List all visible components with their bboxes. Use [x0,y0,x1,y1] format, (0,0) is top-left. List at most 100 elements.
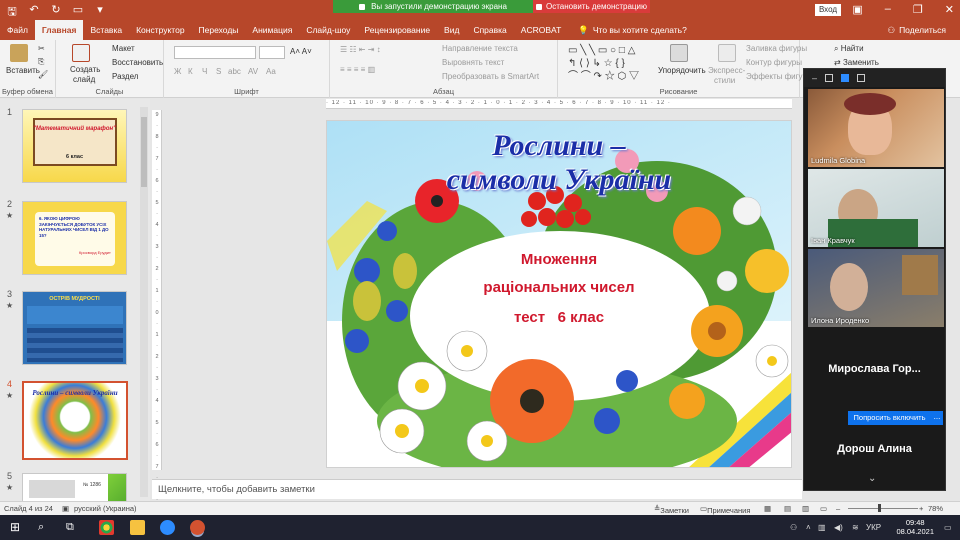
tab-review[interactable]: Рецензирование [357,20,437,40]
view-grid-icon[interactable] [857,74,866,82]
language-indicator[interactable]: русский (Украина) [74,504,137,513]
shapes-gallery[interactable]: ▭ ╲ ╲ ▭ ○ □ △ ↰ ⟨ ⟩ ↳ ☆ { } ⌒ ⌒ ↷ ☆ ⬡ ▽ [568,44,639,83]
bold-button[interactable]: Ж [174,67,181,76]
slide-thumbnail-4[interactable]: Рослини – символи України [22,381,128,460]
new-slide-button-line2[interactable]: слайд [73,75,95,84]
main-slide-canvas[interactable]: Рослини – символи України Множення раціо… [326,120,792,468]
notes-toggle[interactable]: ≜ Заметки [654,504,689,515]
minimize-icon[interactable]: – [885,3,891,16]
share-button[interactable]: ⚇ Поделиться [887,20,946,40]
volume-icon[interactable]: ◀) [834,523,843,532]
normal-view-icon[interactable]: ▦ [764,504,771,513]
replace-button[interactable]: ⇄ Заменить [834,58,879,67]
shadow-button[interactable]: S [216,67,221,76]
new-slide-icon[interactable] [72,44,90,62]
chrome-icon[interactable] [99,520,114,535]
align-text-button[interactable]: Выровнять текст [442,58,504,67]
tab-animations[interactable]: Анимация [245,20,299,40]
file-explorer-icon[interactable] [130,520,145,535]
zoom-slider-thumb[interactable] [878,504,881,512]
network-icon[interactable]: ▥ [818,523,826,532]
notes-pane[interactable]: Щелкните, чтобы добавить заметки [152,479,802,499]
tab-view[interactable]: Вид [437,20,466,40]
tab-slideshow[interactable]: Слайд-шоу [299,20,357,40]
clock[interactable]: 09:48 08.04.2021 [896,518,934,536]
powerpoint-app-icon[interactable] [190,520,205,535]
people-icon[interactable]: ⚇ [790,523,797,532]
spellcheck-icon[interactable]: ▣ [62,504,69,513]
zoom-slider[interactable] [848,508,918,509]
section-button[interactable]: Раздел [112,72,138,81]
ask-to-start-video-button[interactable]: Попросить включить [848,411,931,425]
participant-video-1[interactable]: Ludmila Globina [808,89,944,167]
tell-me-search[interactable]: 💡 Что вы хотите сделать? [578,25,687,36]
slideshow-view-icon[interactable]: ▭ [820,504,827,513]
participant-video-2[interactable]: Іван Кравчук [808,169,944,247]
ribbon-display-icon[interactable]: ▣ [852,3,862,16]
tab-acrobat[interactable]: ACROBAT [514,20,568,40]
task-view-icon[interactable]: ⧉ [66,520,81,535]
cut-icon[interactable]: ✂ [38,44,45,53]
underline-button[interactable]: Ч [202,67,207,76]
slide-thumbnail-5[interactable]: № 1286 [22,473,127,501]
input-language[interactable]: УКР [866,523,881,532]
copy-icon[interactable]: ⎘ [38,57,44,67]
quick-styles-button[interactable]: Экспресс- [708,66,745,75]
tab-insert[interactable]: Вставка [83,20,129,40]
more-options-button[interactable]: ... [931,411,943,425]
shape-effects-button[interactable]: Эффекты фигур [746,72,807,81]
slide-thumbnail-2[interactable]: 6. ЯКОЮ ЦИФРОЮ ЗАКІНЧУЄТЬСЯ ДОБУТОК УСІХ… [22,201,127,275]
tab-help[interactable]: Справка [466,20,513,40]
italic-button[interactable]: К [188,67,193,76]
arrange-button[interactable]: Упорядочить [658,66,706,75]
windows-start-icon[interactable]: ⊞ [10,520,25,535]
slide-sorter-icon[interactable]: ▤ [784,504,791,513]
stop-share-button[interactable]: Остановить демонстрацию [533,0,650,13]
list-icons[interactable]: ☰ ☷ ⇤ ⇥ ↕ [340,45,381,54]
paste-icon[interactable] [10,44,28,62]
font-size-select[interactable] [259,46,285,59]
minimize-icon[interactable]: – [812,73,817,83]
reset-button[interactable]: Восстановить [112,58,163,67]
zoom-app-icon[interactable] [160,520,175,535]
change-case-button[interactable]: Aa [266,67,276,76]
search-icon[interactable]: ⌕ [38,520,53,535]
find-button[interactable]: ⌕ Найти [834,44,864,54]
format-painter-icon[interactable]: 🖌 [38,70,48,79]
arrange-icon[interactable] [670,44,688,62]
participant-video-3[interactable]: Илона Ироденко [808,249,944,327]
shape-outline-button[interactable]: Контур фигуры [746,58,802,67]
notifications-icon[interactable]: ▭ [944,523,952,532]
font-grow-icon[interactable]: A˄ A˅ [290,47,312,56]
slide-thumbnail-3[interactable]: ОСТРІВ МУДРОСТІ [22,291,127,365]
text-direction-button[interactable]: Направление текста [442,44,518,53]
wifi-icon[interactable]: ≋ [852,523,859,532]
participant-name-tile[interactable]: Мирослава Гор... [804,363,945,375]
reading-view-icon[interactable]: ▥ [802,504,809,513]
chevron-down-icon[interactable]: ⌄ [868,473,876,484]
slide-title[interactable]: Рослини – символи України [327,129,791,197]
tray-chevron-icon[interactable]: ˄ [806,523,811,532]
shape-fill-button[interactable]: Заливка фигуры [746,44,807,53]
view-strip-icon[interactable] [841,74,850,82]
spacing-button[interactable]: AV [248,67,258,76]
zoom-level[interactable]: 78% [928,504,943,513]
quick-styles-icon[interactable] [718,44,736,62]
scrollbar-thumb[interactable] [141,117,147,187]
font-family-select[interactable] [174,46,256,59]
quick-styles-button-line2[interactable]: стили [714,76,735,85]
close-icon[interactable]: ✕ [945,3,954,16]
new-slide-button[interactable]: Создать [70,65,100,74]
zoom-out-icon[interactable]: – [836,504,840,513]
slide-subtitle-line3[interactable]: тест 6 клас [327,309,791,326]
restore-icon[interactable]: ❐ [913,3,923,16]
align-icons[interactable]: ≡ ≡ ≡ ≡ ▥ [340,65,375,74]
zoom-in-icon[interactable]: + [919,504,923,513]
smartart-button[interactable]: Преобразовать в SmartArt [442,72,539,81]
slide-subtitle-line1[interactable]: Множення [327,251,791,268]
layout-button[interactable]: Макет [112,44,135,53]
tab-home[interactable]: Главная [34,20,84,40]
slide-subtitle-line2[interactable]: раціональних чисел [327,279,791,296]
paste-button[interactable]: Вставить [6,66,40,75]
tab-design[interactable]: Конструктор [129,20,191,40]
